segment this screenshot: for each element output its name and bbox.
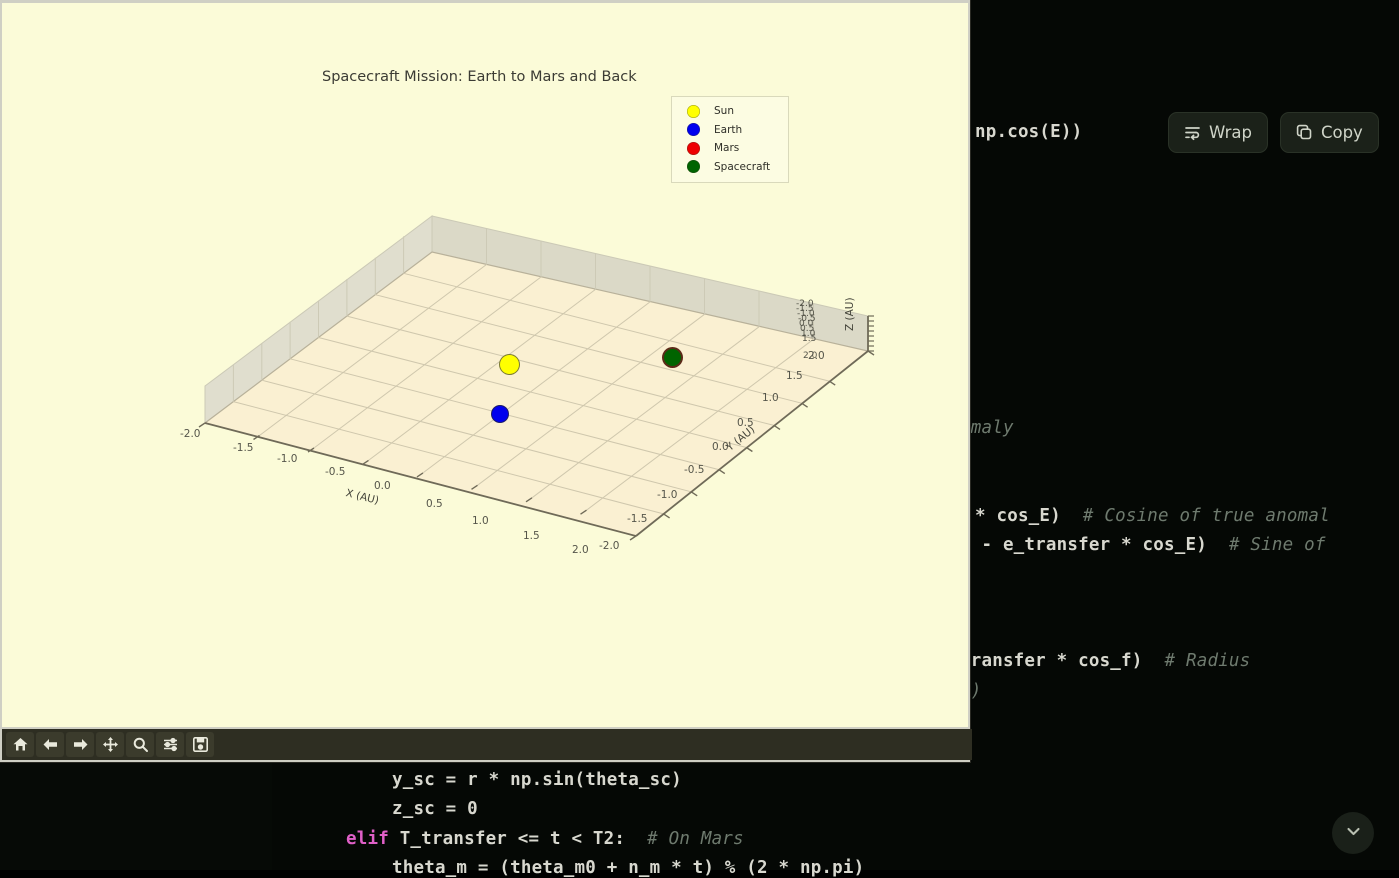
legend-label-sun: Sun: [714, 105, 734, 118]
legend-label-earth: Earth: [714, 123, 743, 136]
code-fragment-cos-e: np.cos(E)): [975, 122, 1083, 142]
copy-label: Copy: [1320, 123, 1363, 142]
legend-label-mars: Mars: [714, 142, 740, 155]
z-axis-label: Z (AU): [844, 297, 856, 331]
xtick-label: -1.5: [233, 442, 254, 454]
axes-3d: [198, 215, 875, 541]
plot-legend: Sun Earth Mars Spacecraft: [671, 96, 789, 183]
code-fragment-radius: transfer * cos_f) # Radius: [960, 651, 1251, 671]
xtick-label: -0.5: [325, 466, 346, 478]
code-line-z-sc: z_sc = 0: [392, 799, 478, 819]
wrap-button[interactable]: Wrap: [1168, 112, 1268, 153]
back-button[interactable]: [36, 732, 64, 757]
chevron-down-icon: [1344, 822, 1363, 845]
legend-row-earth: Earth: [678, 121, 782, 140]
ytick-label: -1.5: [627, 513, 648, 525]
code-line-theta-m: theta_m = (theta_m0 + n_m * t) % (2 * np…: [392, 858, 865, 878]
code-comment-on-mars: # On Mars: [647, 829, 744, 849]
code-comment-sine: # Sine of: [1228, 535, 1326, 555]
save-button[interactable]: [186, 732, 214, 757]
matplotlib-figure-window[interactable]: Spacecraft Mission: Earth to Mars and Ba…: [0, 0, 972, 762]
xtick-label: -2.0: [180, 428, 201, 440]
ytick-label: 1.0: [762, 392, 779, 404]
legend-row-sun: Sun: [678, 102, 782, 121]
legend-row-mars: Mars: [678, 139, 782, 158]
legend-swatch-mars: [687, 141, 700, 155]
code-comment-cosine: # Cosine of true anomal: [1082, 506, 1330, 526]
legend-label-spacecraft: Spacecraft: [714, 160, 771, 173]
matplotlib-toolbar: [2, 729, 972, 760]
zoom-button[interactable]: [126, 732, 154, 757]
figure-canvas[interactable]: Spacecraft Mission: Earth to Mars and Ba…: [2, 3, 968, 727]
scroll-to-bottom-button[interactable]: [1332, 812, 1374, 854]
xtick-label: -1.0: [277, 453, 298, 465]
xtick-label: 1.0: [472, 515, 489, 527]
marker-spacecraft: [664, 349, 681, 366]
legend-swatch-spacecraft: [687, 160, 700, 174]
copy-button[interactable]: Copy: [1279, 112, 1379, 153]
xtick-label: 0.5: [426, 498, 443, 510]
xtick-label: 1.5: [523, 530, 540, 542]
copy-icon: [1296, 124, 1313, 141]
pan-move-icon: [102, 736, 119, 753]
wrap-icon: [1184, 124, 1201, 141]
legend-swatch-sun: [687, 104, 700, 118]
code-line-y-sc: y_sc = r * np.sin(theta_sc): [392, 770, 682, 790]
zoom-magnifier-icon: [132, 736, 149, 753]
back-arrow-icon: [42, 736, 59, 753]
ytick-label: -1.0: [657, 489, 678, 501]
ytick-label: 1.5: [786, 370, 803, 382]
home-button[interactable]: [6, 732, 34, 757]
configure-subplots-button[interactable]: [156, 732, 184, 757]
code-block-backdrop-lower: [0, 745, 272, 870]
code-line-elif-mars: elif T_transfer <= t < T2: # On Mars: [346, 829, 744, 849]
keyword-elif: elif: [346, 829, 389, 849]
home-icon: [12, 736, 29, 753]
legend-row-spacecraft: Spacecraft: [678, 158, 782, 177]
save-disk-icon: [192, 736, 209, 753]
pan-button[interactable]: [96, 732, 124, 757]
marker-sun: [500, 355, 519, 374]
ytick-label: -0.5: [684, 464, 705, 476]
code-comment-radius: # Radius: [1164, 651, 1251, 671]
code-fragment-cos-e-2: * cos_E) # Cosine of true anomal: [975, 506, 1330, 526]
forward-button[interactable]: [66, 732, 94, 757]
marker-earth: [492, 406, 508, 422]
wrap-label: Wrap: [1209, 123, 1252, 142]
ztick-label: 2.0: [803, 351, 818, 361]
code-actions-bar: Wrap Copy: [1168, 112, 1379, 153]
xtick-label: 0.0: [374, 480, 391, 492]
subplot-config-icon: [162, 736, 179, 753]
xtick-label: 2.0: [572, 544, 589, 556]
code-fragment-sine: t - e_transfer * cos_E) # Sine of: [960, 535, 1326, 555]
ztick-label: 1.5: [802, 334, 817, 344]
ytick-label: -2.0: [599, 540, 620, 552]
legend-swatch-earth: [687, 123, 700, 137]
forward-arrow-icon: [72, 736, 89, 753]
